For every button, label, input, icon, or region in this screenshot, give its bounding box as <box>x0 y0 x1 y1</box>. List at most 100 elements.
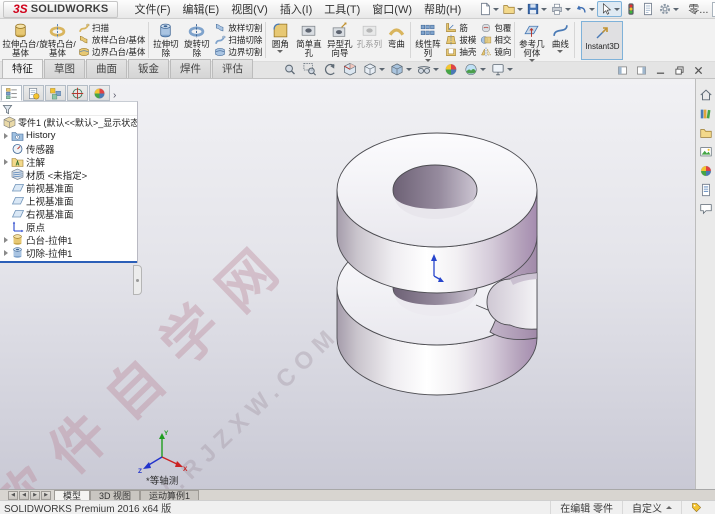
design-library-icon[interactable] <box>698 106 713 121</box>
view-orientation-icon[interactable] <box>362 62 385 77</box>
rib-button[interactable]: 筋 <box>445 22 476 34</box>
collapse-left-pane-icon[interactable] <box>618 66 627 75</box>
first-tab-button[interactable]: ◀ <box>8 491 18 500</box>
tree-item-origin[interactable]: 原点 <box>0 220 137 233</box>
collapse-right-pane-icon[interactable] <box>637 66 646 75</box>
chevron-down-icon[interactable] <box>433 68 439 71</box>
lofted-boss-button[interactable]: 放样凸台/基体 <box>78 34 145 46</box>
filter-input[interactable] <box>15 105 137 114</box>
apply-scene-icon[interactable] <box>463 62 486 77</box>
expand-arrow-icon[interactable] <box>2 250 10 256</box>
tree-item-boss-extrude1[interactable]: 凸台-拉伸1 <box>0 233 137 246</box>
status-units-dropdown[interactable]: 自定义 <box>622 501 681 514</box>
wrap-button[interactable]: 包覆 <box>480 22 511 34</box>
menu-window[interactable]: 窗口(W) <box>366 0 418 18</box>
tab-sheet-metal[interactable]: 钣金 <box>128 59 169 78</box>
tab-propertymanager[interactable] <box>23 85 44 101</box>
tree-item-annotations[interactable]: 注解 <box>0 155 137 168</box>
prev-tab-button[interactable]: ◀ <box>19 491 29 500</box>
expand-arrow-icon[interactable] <box>2 159 10 165</box>
tab-configurationmanager[interactable] <box>45 85 66 101</box>
next-tab-button[interactable]: ▶ <box>30 491 40 500</box>
revolved-cut-button[interactable]: 旋转切除 <box>181 20 212 60</box>
flex-button[interactable]: 弯曲 <box>383 20 409 60</box>
menu-edit[interactable]: 编辑(E) <box>177 0 226 18</box>
rollback-bar[interactable] <box>0 261 137 263</box>
panel-splitter-handle[interactable] <box>133 265 142 295</box>
boundary-cut-button[interactable]: 边界切割 <box>214 46 262 58</box>
tab-motion-study1[interactable]: 运动算例1 <box>140 490 199 500</box>
expand-arrow-icon[interactable] <box>2 237 10 243</box>
tree-item-front-plane[interactable]: 前视基准面 <box>0 181 137 194</box>
hide-show-items-icon[interactable] <box>416 62 439 77</box>
chevron-down-icon[interactable] <box>614 8 620 11</box>
tab-features[interactable]: 特征 <box>2 59 43 78</box>
doc-restore-icon[interactable] <box>675 66 684 75</box>
menu-insert[interactable]: 插入(I) <box>274 0 318 18</box>
swept-cut-button[interactable]: 扫描切除 <box>214 34 262 46</box>
tab-surfaces[interactable]: 曲面 <box>86 59 127 78</box>
extruded-cut-button[interactable]: 拉伸切除 <box>150 20 181 60</box>
chevron-down-icon[interactable] <box>673 8 679 11</box>
tab-featuremanager[interactable] <box>1 85 22 101</box>
menu-tools[interactable]: 工具(T) <box>318 0 366 18</box>
zoom-area-icon[interactable] <box>302 62 318 77</box>
home-icon[interactable] <box>698 87 713 102</box>
intersect-button[interactable]: 相交 <box>480 34 511 46</box>
part-model[interactable] <box>337 133 537 395</box>
doc-close-icon[interactable] <box>694 66 703 75</box>
instant3d-button[interactable]: Instant3D <box>581 21 623 60</box>
chevron-down-icon[interactable] <box>517 8 523 11</box>
display-style-icon[interactable] <box>389 62 412 77</box>
print-button[interactable] <box>549 2 572 16</box>
boundary-boss-button[interactable]: 边界凸台/基体 <box>78 46 145 58</box>
open-button[interactable] <box>501 2 524 16</box>
chevron-down-icon[interactable] <box>589 8 595 11</box>
tree-item-material[interactable]: 材质 <未指定> <box>0 168 137 181</box>
zoom-fit-icon[interactable] <box>282 62 298 77</box>
draft-button[interactable]: 拔模 <box>445 34 476 46</box>
menu-view[interactable]: 视图(V) <box>225 0 274 18</box>
fillet-button[interactable]: 圆角 <box>267 20 293 60</box>
chevron-down-icon[interactable] <box>565 8 571 11</box>
tree-item-sensors[interactable]: 传感器 <box>0 142 137 155</box>
tree-item-top-plane[interactable]: 上视基准面 <box>0 194 137 207</box>
file-properties-button[interactable] <box>640 2 656 16</box>
tree-item-history[interactable]: History <box>0 129 137 142</box>
tab-weldments[interactable]: 焊件 <box>170 59 211 78</box>
simple-hole-button[interactable]: 简单直孔 <box>293 20 324 60</box>
tree-item-cut-extrude1[interactable]: 切除-拉伸1 <box>0 246 137 259</box>
revolved-boss-button[interactable]: 旋转凸台/基体 <box>39 20 76 60</box>
tab-3d-views[interactable]: 3D 视图 <box>90 490 140 500</box>
menu-file[interactable]: 文件(F) <box>128 0 176 18</box>
tab-evaluate[interactable]: 评估 <box>212 59 253 78</box>
tree-item-right-plane[interactable]: 右视基准面 <box>0 207 137 220</box>
chevron-down-icon[interactable] <box>379 68 385 71</box>
select-tool-button[interactable] <box>597 1 622 17</box>
tab-displaymanager[interactable] <box>89 85 110 101</box>
tree-item-part-root[interactable]: 零件1 (默认<<默认>_显示状态 1>) <box>0 116 137 129</box>
section-view-icon[interactable] <box>342 62 358 77</box>
chevron-down-icon[interactable] <box>277 50 283 53</box>
menu-help[interactable]: 帮助(H) <box>418 0 467 18</box>
custom-properties-icon[interactable] <box>698 182 713 197</box>
chevron-down-icon[interactable] <box>557 50 563 53</box>
appearances-icon[interactable] <box>698 163 713 178</box>
forum-icon[interactable] <box>698 201 713 216</box>
mirror-button[interactable]: 镜向 <box>480 46 511 58</box>
linear-pattern-button[interactable]: 线性阵列 <box>412 20 443 60</box>
new-document-button[interactable] <box>477 2 500 16</box>
panel-tabs-overflow-icon[interactable]: › <box>113 91 116 101</box>
extruded-boss-button[interactable]: 拉伸凸台/基体 <box>2 20 39 60</box>
undo-button[interactable] <box>573 2 596 16</box>
reference-geometry-button[interactable]: 参考几何体 <box>516 20 547 60</box>
chevron-down-icon[interactable] <box>541 8 547 11</box>
chevron-down-icon[interactable] <box>480 68 486 71</box>
shell-button[interactable]: 抽壳 <box>445 46 476 58</box>
view-palette-icon[interactable] <box>698 144 713 159</box>
tab-model[interactable]: 模型 <box>54 490 90 500</box>
swept-boss-button[interactable]: 扫描 <box>78 22 145 34</box>
tree-filter[interactable] <box>0 103 137 116</box>
options-button[interactable] <box>657 2 680 16</box>
edit-appearance-icon[interactable] <box>443 62 459 77</box>
